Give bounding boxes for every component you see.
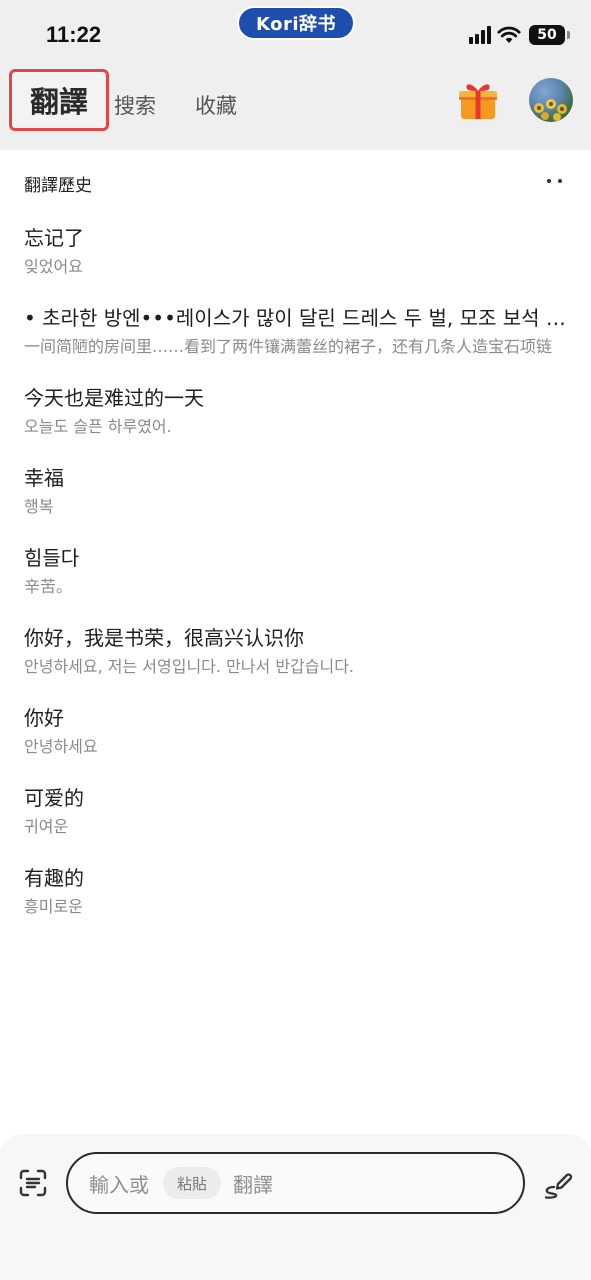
history-item-translation: 안녕하세요, 저는 서영입니다. 만나서 반갑습니다. <box>24 657 355 676</box>
history-item-source: 可爱的 <box>24 786 84 810</box>
history-item[interactable]: 今天也是难过的一天 오늘도 슬픈 하루였어. <box>24 382 569 462</box>
paste-button[interactable]: 粘貼 <box>163 1167 222 1199</box>
history-item-source: 今天也是难过的一天 <box>24 386 204 410</box>
history-item-source: 힘들다 <box>24 546 80 570</box>
tab-translate-label: 翻譯 <box>29 85 88 119</box>
status-time: 11:22 <box>46 22 102 47</box>
translation-history-list: 忘记了 잊었어요 • 초라한 방엔•••레이스가 많이 달린 드레스 두 벌, … <box>24 222 569 942</box>
top-header: 11:22 Kori辞书 50 翻譯 搜索 收藏 <box>0 0 591 150</box>
tab-favorites[interactable]: 收藏 <box>195 90 237 120</box>
tab-translate[interactable]: 翻譯 <box>9 69 109 131</box>
history-item-translation: 행복 <box>24 497 54 516</box>
history-item-translation: 오늘도 슬픈 하루였어. <box>24 417 172 436</box>
cellular-signal-icon <box>469 26 491 44</box>
history-item-source: 幸福 <box>24 466 64 490</box>
bottom-input-bar: 輸入或 粘貼 翻譯 <box>0 1134 591 1280</box>
history-title: 翻譯歷史 <box>24 176 92 196</box>
input-placeholder-suffix: 翻譯 <box>233 1172 274 1197</box>
history-item-translation: 안녕하세요 <box>24 737 98 756</box>
more-options-icon[interactable] <box>545 178 565 186</box>
tab-search[interactable]: 搜索 <box>114 90 156 120</box>
history-item[interactable]: 幸福 행복 <box>24 462 569 542</box>
scan-text-icon[interactable] <box>18 1168 48 1198</box>
history-item[interactable]: 有趣的 흥미로운 <box>24 862 569 942</box>
history-item-translation: 一间简陋的房间里……看到了两件镶满蕾丝的裙子，还有几条人造宝石项链 <box>24 337 553 356</box>
history-item-translation: 귀여운 <box>24 817 69 836</box>
battery-icon: 50 <box>529 25 570 45</box>
history-item[interactable]: 힘들다 辛苦。 <box>24 542 569 622</box>
history-item[interactable]: 可爱的 귀여운 <box>24 782 569 862</box>
history-item-source: • 초라한 방엔•••레이스가 많이 달린 드레스 두 벌, 모조 보석 목걸이 <box>24 306 569 330</box>
history-item[interactable]: 你好 안녕하세요 <box>24 702 569 782</box>
app-name-pill: Kori辞书 <box>237 6 355 40</box>
sunflower-avatar-icon <box>534 99 567 121</box>
translate-input[interactable]: 輸入或 粘貼 翻譯 <box>66 1152 525 1214</box>
input-placeholder-prefix: 輸入或 <box>89 1172 149 1197</box>
history-item-source: 有趣的 <box>24 866 84 890</box>
history-item-source: 忘记了 <box>24 226 84 250</box>
avatar[interactable] <box>529 78 573 122</box>
history-item[interactable]: 忘记了 잊었어요 <box>24 222 569 302</box>
history-item-translation: 잊었어요 <box>24 257 83 276</box>
history-item[interactable]: • 초라한 방엔•••레이스가 많이 달린 드레스 두 벌, 모조 보석 목걸이… <box>24 302 569 382</box>
history-item-source: 你好，我是书荣，很高兴认识你 <box>24 626 304 650</box>
history-item[interactable]: 你好，我是书荣，很高兴认识你 안녕하세요, 저는 서영입니다. 만나서 반갑습니… <box>24 622 569 702</box>
history-item-translation: 흥미로운 <box>24 897 83 916</box>
history-item-source: 你好 <box>24 706 64 730</box>
handwriting-icon[interactable] <box>541 1168 573 1200</box>
wifi-icon <box>497 26 521 43</box>
gift-icon[interactable] <box>456 78 500 122</box>
history-item-translation: 辛苦。 <box>24 577 73 596</box>
status-icons: 50 <box>469 24 570 46</box>
